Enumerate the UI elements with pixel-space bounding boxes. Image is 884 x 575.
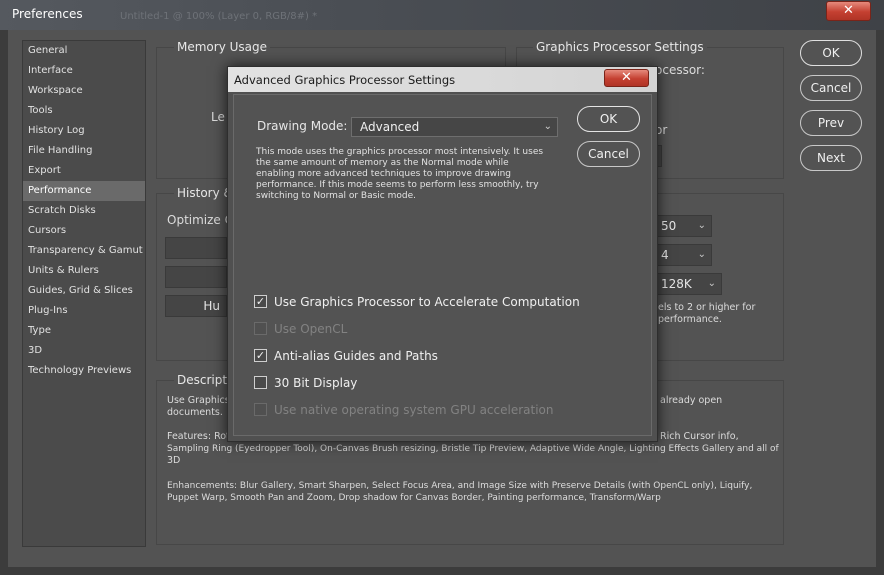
gpu-processor-partial: ocessor: (655, 63, 705, 77)
anti-alias-guides-label: Anti-alias Guides and Paths (274, 349, 438, 363)
description-line-2: documents. (167, 407, 223, 418)
next-button[interactable]: Next (800, 145, 862, 171)
memory-usage-title: Memory Usage (174, 40, 271, 54)
prev-button[interactable]: Prev (800, 110, 862, 136)
dialog-body: Drawing Mode: Advanced ⌄ This mode uses … (233, 94, 652, 436)
anti-alias-guides-checkbox[interactable]: ✓ (254, 349, 267, 362)
chevron-down-icon: ⌄ (697, 249, 706, 260)
dialog-title: Advanced Graphics Processor Settings (234, 73, 456, 87)
history-states-value: 50 (661, 219, 677, 233)
document-title-behind: Untitled-1 @ 100% (Layer 0, RGB/8#) * (120, 11, 318, 22)
cancel-button[interactable]: Cancel (800, 75, 862, 101)
drawing-mode-label: Drawing Mode: (257, 119, 348, 133)
drawing-mode-value: Advanced (360, 120, 420, 134)
sidebar-item-type[interactable]: Type (23, 321, 145, 341)
sidebar-item-file-handling[interactable]: File Handling (23, 141, 145, 161)
chevron-down-icon: ⌄ (697, 220, 706, 231)
dialog-ok-button[interactable]: OK (577, 106, 640, 132)
preferences-window: Preferences Untitled-1 @ 100% (Layer 0, … (0, 0, 884, 575)
native-gpu-acceleration-label: Use native operating system GPU accelera… (274, 403, 554, 417)
window-title: Preferences (12, 7, 83, 21)
cache-hint-line-1: els to 2 or higher for (658, 302, 756, 313)
cache-tile-size-value: 128K (661, 277, 692, 291)
chevron-down-icon: ⌄ (543, 121, 552, 132)
thirty-bit-display-label: 30 Bit Display (274, 376, 358, 390)
gpu-settings-title: Graphics Processor Settings (533, 40, 707, 54)
use-gpu-computation-label: Use Graphics Processor to Accelerate Com… (274, 295, 580, 309)
thirty-bit-display-checkbox[interactable] (254, 376, 267, 389)
cache-levels-field[interactable]: 4 ⌄ (652, 244, 712, 266)
sidebar-item-plug-ins[interactable]: Plug-Ins (23, 301, 145, 321)
cache-preset-button-3[interactable]: Hu (165, 295, 227, 317)
sidebar-item-general[interactable]: General (23, 41, 145, 61)
chevron-down-icon: ⌄ (707, 278, 716, 289)
cache-levels-value: 4 (661, 248, 669, 262)
features-line-1-right: Rich Cursor info, (660, 431, 739, 442)
sidebar-item-performance[interactable]: Performance (23, 181, 145, 201)
features-line-1-left: Features: Rot (167, 431, 230, 442)
cache-tile-size-field[interactable]: 128K ⌄ (652, 273, 722, 295)
checkmark-icon: ✓ (255, 295, 266, 308)
description-line-1-left: Use Graphics (167, 395, 230, 406)
use-gpu-computation-checkbox[interactable]: ✓ (254, 295, 267, 308)
cache-preset-button-3-label: Hu (203, 299, 220, 313)
dialog-close-button[interactable]: ✕ (604, 69, 649, 87)
history-states-field[interactable]: 50 ⌄ (652, 215, 712, 237)
close-icon: ✕ (621, 70, 632, 85)
drawing-mode-description: This mode uses the graphics processor mo… (256, 147, 544, 201)
features-line-2: Sampling Ring (Eyedropper Tool), On-Canv… (167, 444, 779, 454)
window-close-button[interactable]: ✕ (826, 1, 871, 21)
sidebar-item-guides-grid-slices[interactable]: Guides, Grid & Slices (23, 281, 145, 301)
drawing-mode-select[interactable]: Advanced ⌄ (351, 117, 558, 137)
sidebar-item-export[interactable]: Export (23, 161, 145, 181)
sidebar-item-cursors[interactable]: Cursors (23, 221, 145, 241)
sidebar-item-transparency-gamut[interactable]: Transparency & Gamut (23, 241, 145, 261)
sidebar-item-interface[interactable]: Interface (23, 61, 145, 81)
cache-hint-line-2: performance. (658, 314, 722, 325)
sidebar-item-tools[interactable]: Tools (23, 101, 145, 121)
memory-partial-label: Le (211, 110, 225, 124)
ok-button[interactable]: OK (800, 40, 862, 66)
preferences-sidebar: General Interface Workspace Tools Histor… (22, 40, 146, 547)
sidebar-item-units-rulers[interactable]: Units & Rulers (23, 261, 145, 281)
checkmark-icon: ✓ (255, 349, 266, 362)
native-gpu-acceleration-checkbox (254, 403, 267, 416)
cache-preset-button-1[interactable] (165, 237, 227, 259)
window-titlebar: Preferences Untitled-1 @ 100% (Layer 0, … (0, 0, 884, 30)
dialog-cancel-button[interactable]: Cancel (577, 141, 640, 167)
enhancements-line-2: Puppet Warp, Smooth Pan and Zoom, Drop s… (167, 493, 661, 503)
close-icon: ✕ (843, 3, 854, 18)
sidebar-item-technology-previews[interactable]: Technology Previews (23, 361, 145, 381)
sidebar-item-scratch-disks[interactable]: Scratch Disks (23, 201, 145, 221)
description-title: Descripti (174, 373, 234, 387)
dialog-titlebar: Advanced Graphics Processor Settings ✕ (228, 67, 657, 92)
optimize-cache-partial: Optimize C (167, 213, 233, 227)
use-opencl-checkbox (254, 322, 267, 335)
advanced-gpu-settings-dialog: Advanced Graphics Processor Settings ✕ D… (227, 66, 658, 442)
description-line-1-right: already open (660, 395, 723, 406)
sidebar-item-history-log[interactable]: History Log (23, 121, 145, 141)
cache-preset-button-2[interactable] (165, 266, 227, 288)
sidebar-item-3d[interactable]: 3D (23, 341, 145, 361)
enhancements-line-1: Enhancements: Blur Gallery, Smart Sharpe… (167, 481, 753, 491)
sidebar-item-workspace[interactable]: Workspace (23, 81, 145, 101)
use-opencl-label: Use OpenCL (274, 322, 348, 336)
features-line-3: 3D (167, 455, 181, 466)
